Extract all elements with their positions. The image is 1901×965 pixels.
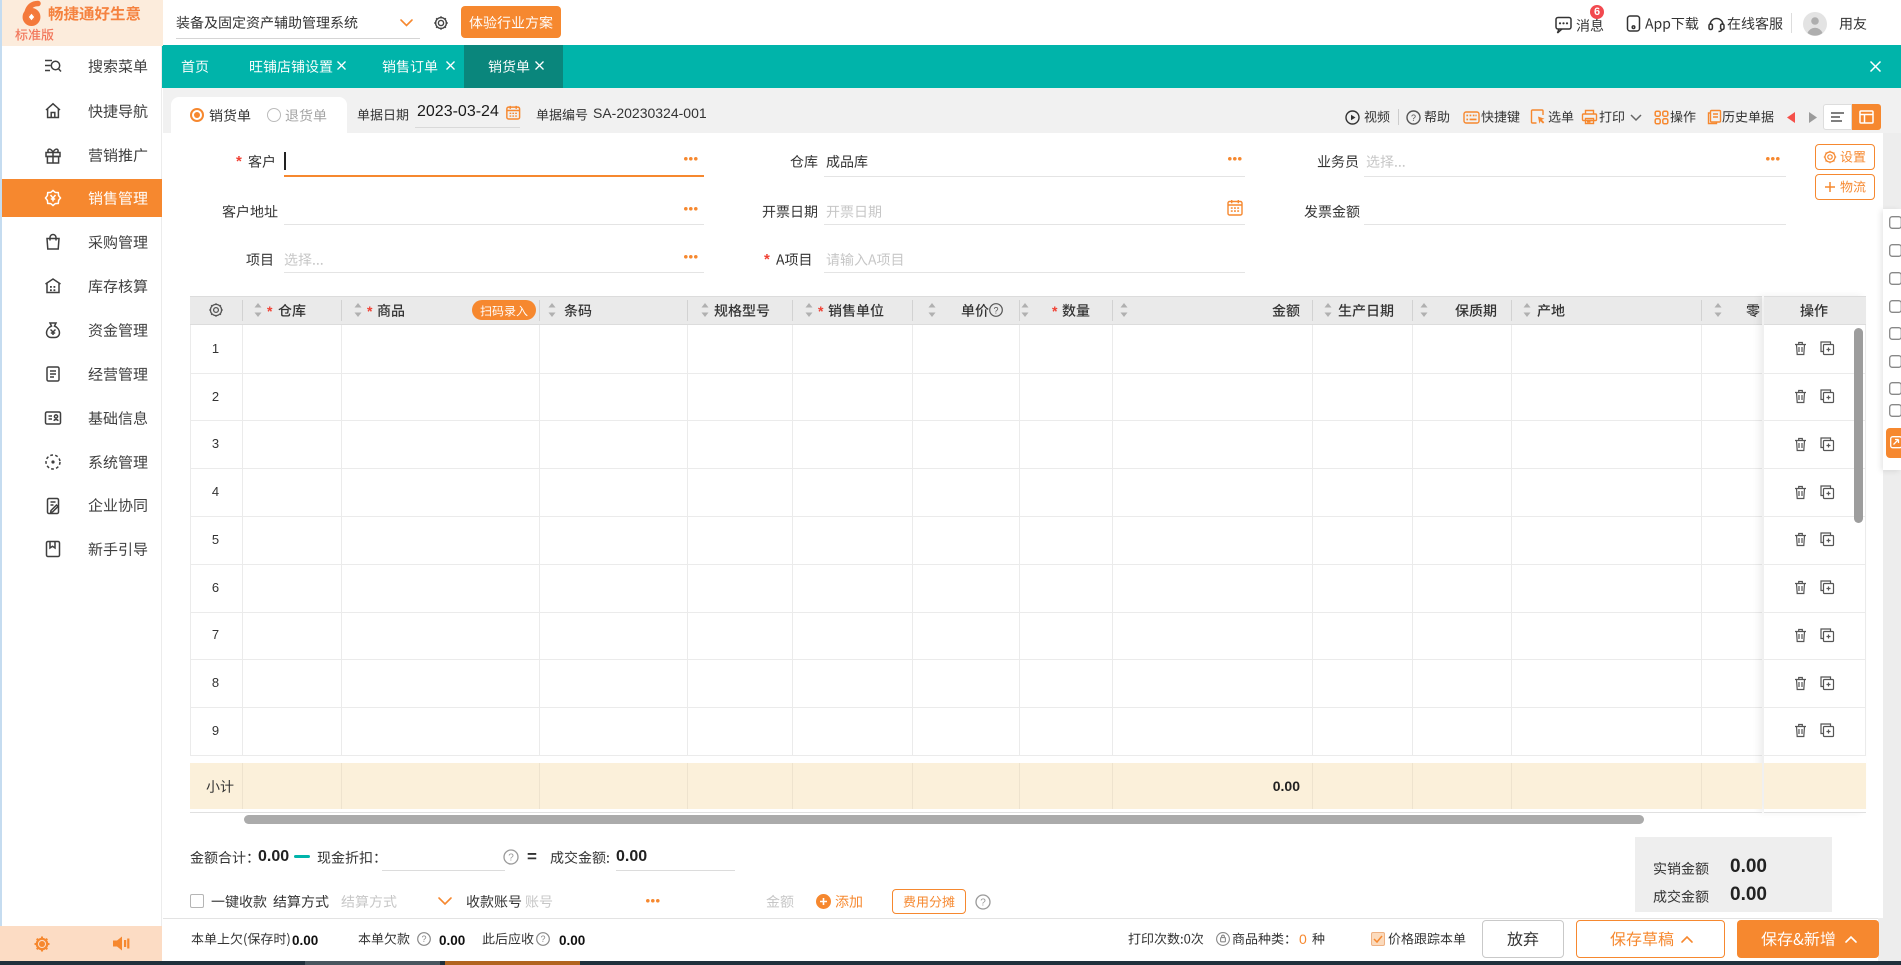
svg-text:?: ?: [540, 934, 545, 944]
svg-text:?: ?: [508, 853, 514, 864]
svg-text:?: ?: [993, 305, 998, 315]
svg-text:?: ?: [1411, 113, 1416, 123]
svg-text:?: ?: [421, 934, 426, 944]
svg-text:?: ?: [980, 898, 986, 909]
